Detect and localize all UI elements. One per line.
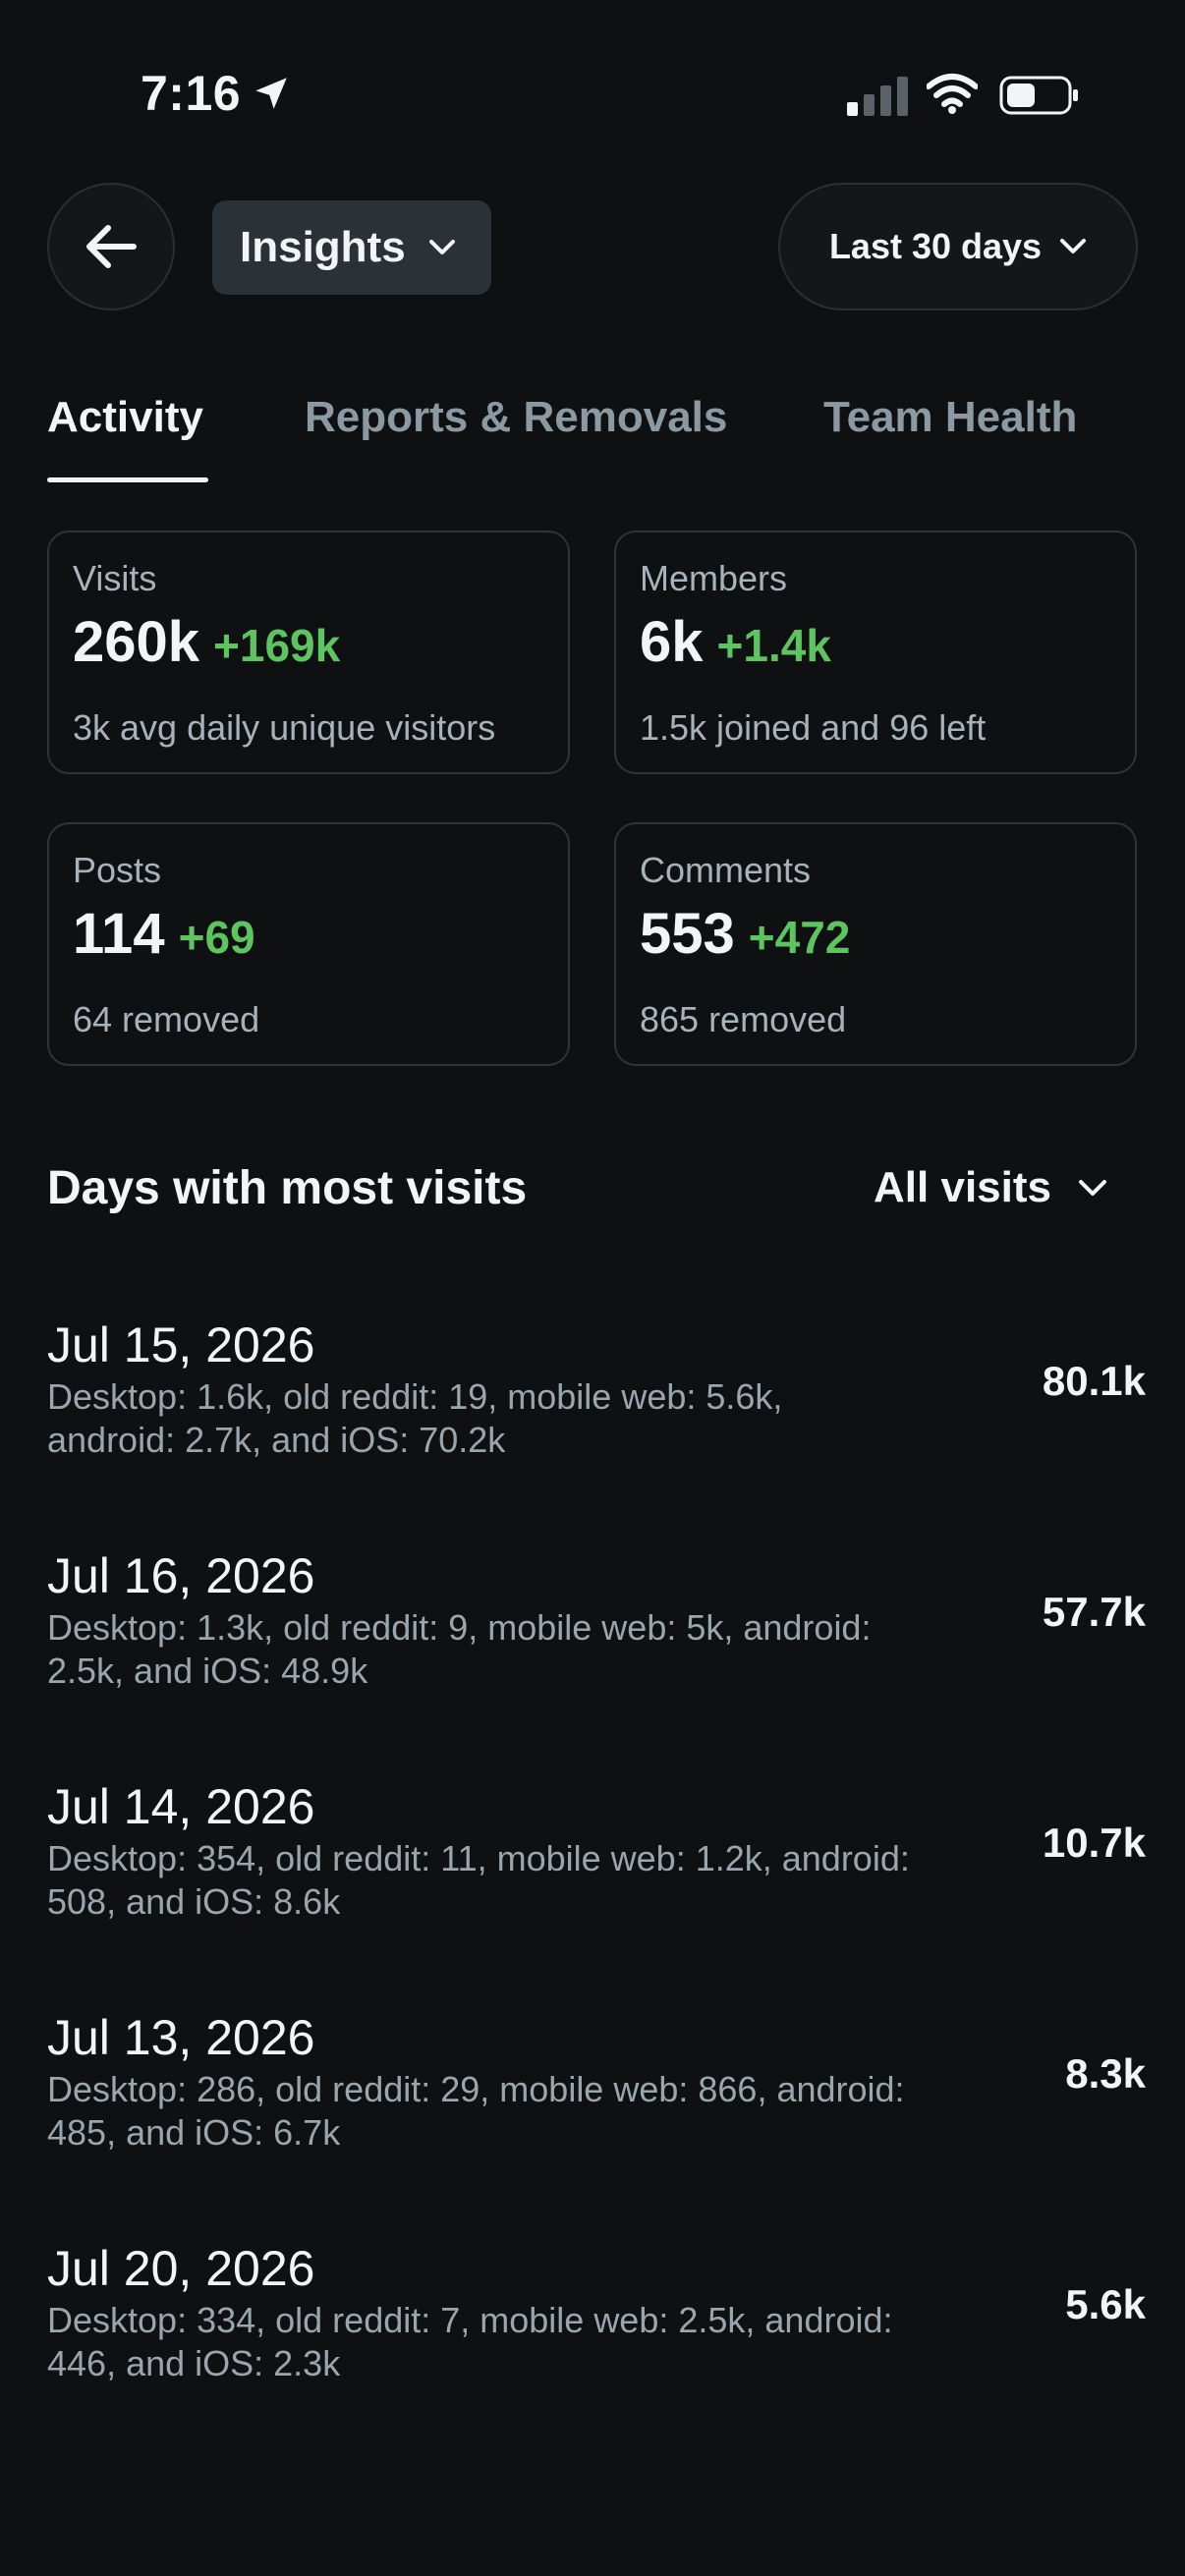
- location-arrow-icon: [255, 78, 287, 109]
- day-date: Jul 15, 2026: [47, 1317, 315, 1372]
- insights-dropdown[interactable]: Insights: [212, 200, 491, 295]
- day-date: Jul 13, 2026: [47, 2010, 315, 2065]
- stat-subtext: 1.5k joined and 96 left: [640, 707, 987, 748]
- stat-delta: +169k: [213, 620, 341, 671]
- date-range-label: Last 30 days: [828, 226, 1043, 266]
- stat-value: 6k +1.4k: [640, 610, 831, 674]
- stat-label: Visits: [73, 558, 157, 598]
- list-item: Jul 13, 2026 Desktop: 286, old reddit: 2…: [47, 2009, 1146, 2176]
- stat-subtext: 64 removed: [73, 999, 260, 1039]
- section-title: Days with most visits: [47, 1162, 528, 1214]
- stat-delta: +1.4k: [716, 620, 831, 671]
- day-visits: 80.1k: [1042, 1358, 1146, 1404]
- tab-bar: Activity Reports & Removals Team Health: [0, 393, 1185, 491]
- day-visits: 57.7k: [1042, 1589, 1146, 1635]
- stat-card-members[interactable]: Members 6k +1.4k 1.5k joined and 96 left: [614, 531, 1137, 774]
- status-bar: 7:16: [0, 0, 1185, 187]
- insights-label: Insights: [240, 223, 406, 271]
- day-breakdown: Desktop: 354, old reddit: 11, mobile web…: [47, 1838, 910, 1922]
- cellular-signal-icon: [847, 77, 908, 116]
- stat-delta: +69: [178, 912, 255, 963]
- stat-card-visits[interactable]: Visits 260k +169k 3k avg daily unique vis…: [47, 531, 570, 774]
- day-date: Jul 20, 2026: [47, 2241, 315, 2296]
- tab-reports-removals[interactable]: Reports & Removals: [305, 393, 727, 442]
- stat-subtext: 3k avg daily unique visitors: [73, 707, 496, 748]
- stat-card-comments[interactable]: Comments 553 +472 865 removed: [614, 822, 1137, 1066]
- list-item: Jul 20, 2026 Desktop: 334, old reddit: 7…: [47, 2240, 1146, 2407]
- tab-team-health[interactable]: Team Health: [823, 393, 1077, 442]
- tab-activity[interactable]: Activity: [47, 393, 203, 442]
- day-visits: 5.6k: [1065, 2281, 1146, 2327]
- stat-label: Posts: [73, 850, 162, 890]
- day-date: Jul 14, 2026: [47, 1779, 315, 1834]
- day-breakdown: Desktop: 286, old reddit: 29, mobile web…: [47, 2069, 905, 2153]
- day-breakdown: Desktop: 1.3k, old reddit: 9, mobile web…: [47, 1607, 872, 1691]
- stat-subtext: 865 removed: [640, 999, 847, 1039]
- date-range-dropdown[interactable]: Last 30 days: [778, 183, 1138, 310]
- list-item: Jul 14, 2026 Desktop: 354, old reddit: 1…: [47, 1778, 1146, 1945]
- arrow-left-icon: [86, 225, 137, 268]
- stat-value: 553 +472: [640, 902, 851, 966]
- active-tab-indicator: [47, 477, 208, 482]
- day-visits: 10.7k: [1042, 1820, 1146, 1866]
- list-item: Jul 16, 2026 Desktop: 1.3k, old reddit: …: [47, 1547, 1146, 1714]
- stat-label: Comments: [640, 850, 812, 890]
- day-visits: 8.3k: [1065, 2050, 1146, 2097]
- chevron-down-icon: [1079, 1180, 1106, 1196]
- stat-value: 260k +169k: [73, 610, 341, 674]
- chevron-down-icon: [428, 240, 455, 254]
- day-date: Jul 16, 2026: [47, 1548, 315, 1603]
- battery-icon: [999, 76, 1078, 115]
- visits-filter-dropdown[interactable]: All visits: [874, 1163, 1108, 1212]
- stat-label: Members: [640, 558, 788, 598]
- back-button[interactable]: [47, 183, 175, 310]
- day-breakdown: Desktop: 1.6k, old reddit: 19, mobile we…: [47, 1376, 783, 1460]
- day-breakdown: Desktop: 334, old reddit: 7, mobile web:…: [47, 2300, 893, 2383]
- stat-delta: +472: [748, 912, 851, 963]
- list-item: Jul 15, 2026 Desktop: 1.6k, old reddit: …: [47, 1316, 1146, 1484]
- stat-card-posts[interactable]: Posts 114 +69 64 removed: [47, 822, 570, 1066]
- chevron-down-icon: [1060, 239, 1087, 253]
- stat-value: 114 +69: [73, 902, 255, 966]
- wifi-icon: [927, 74, 978, 114]
- status-time: 7:16: [141, 66, 242, 121]
- visits-filter-label: All visits: [874, 1163, 1051, 1211]
